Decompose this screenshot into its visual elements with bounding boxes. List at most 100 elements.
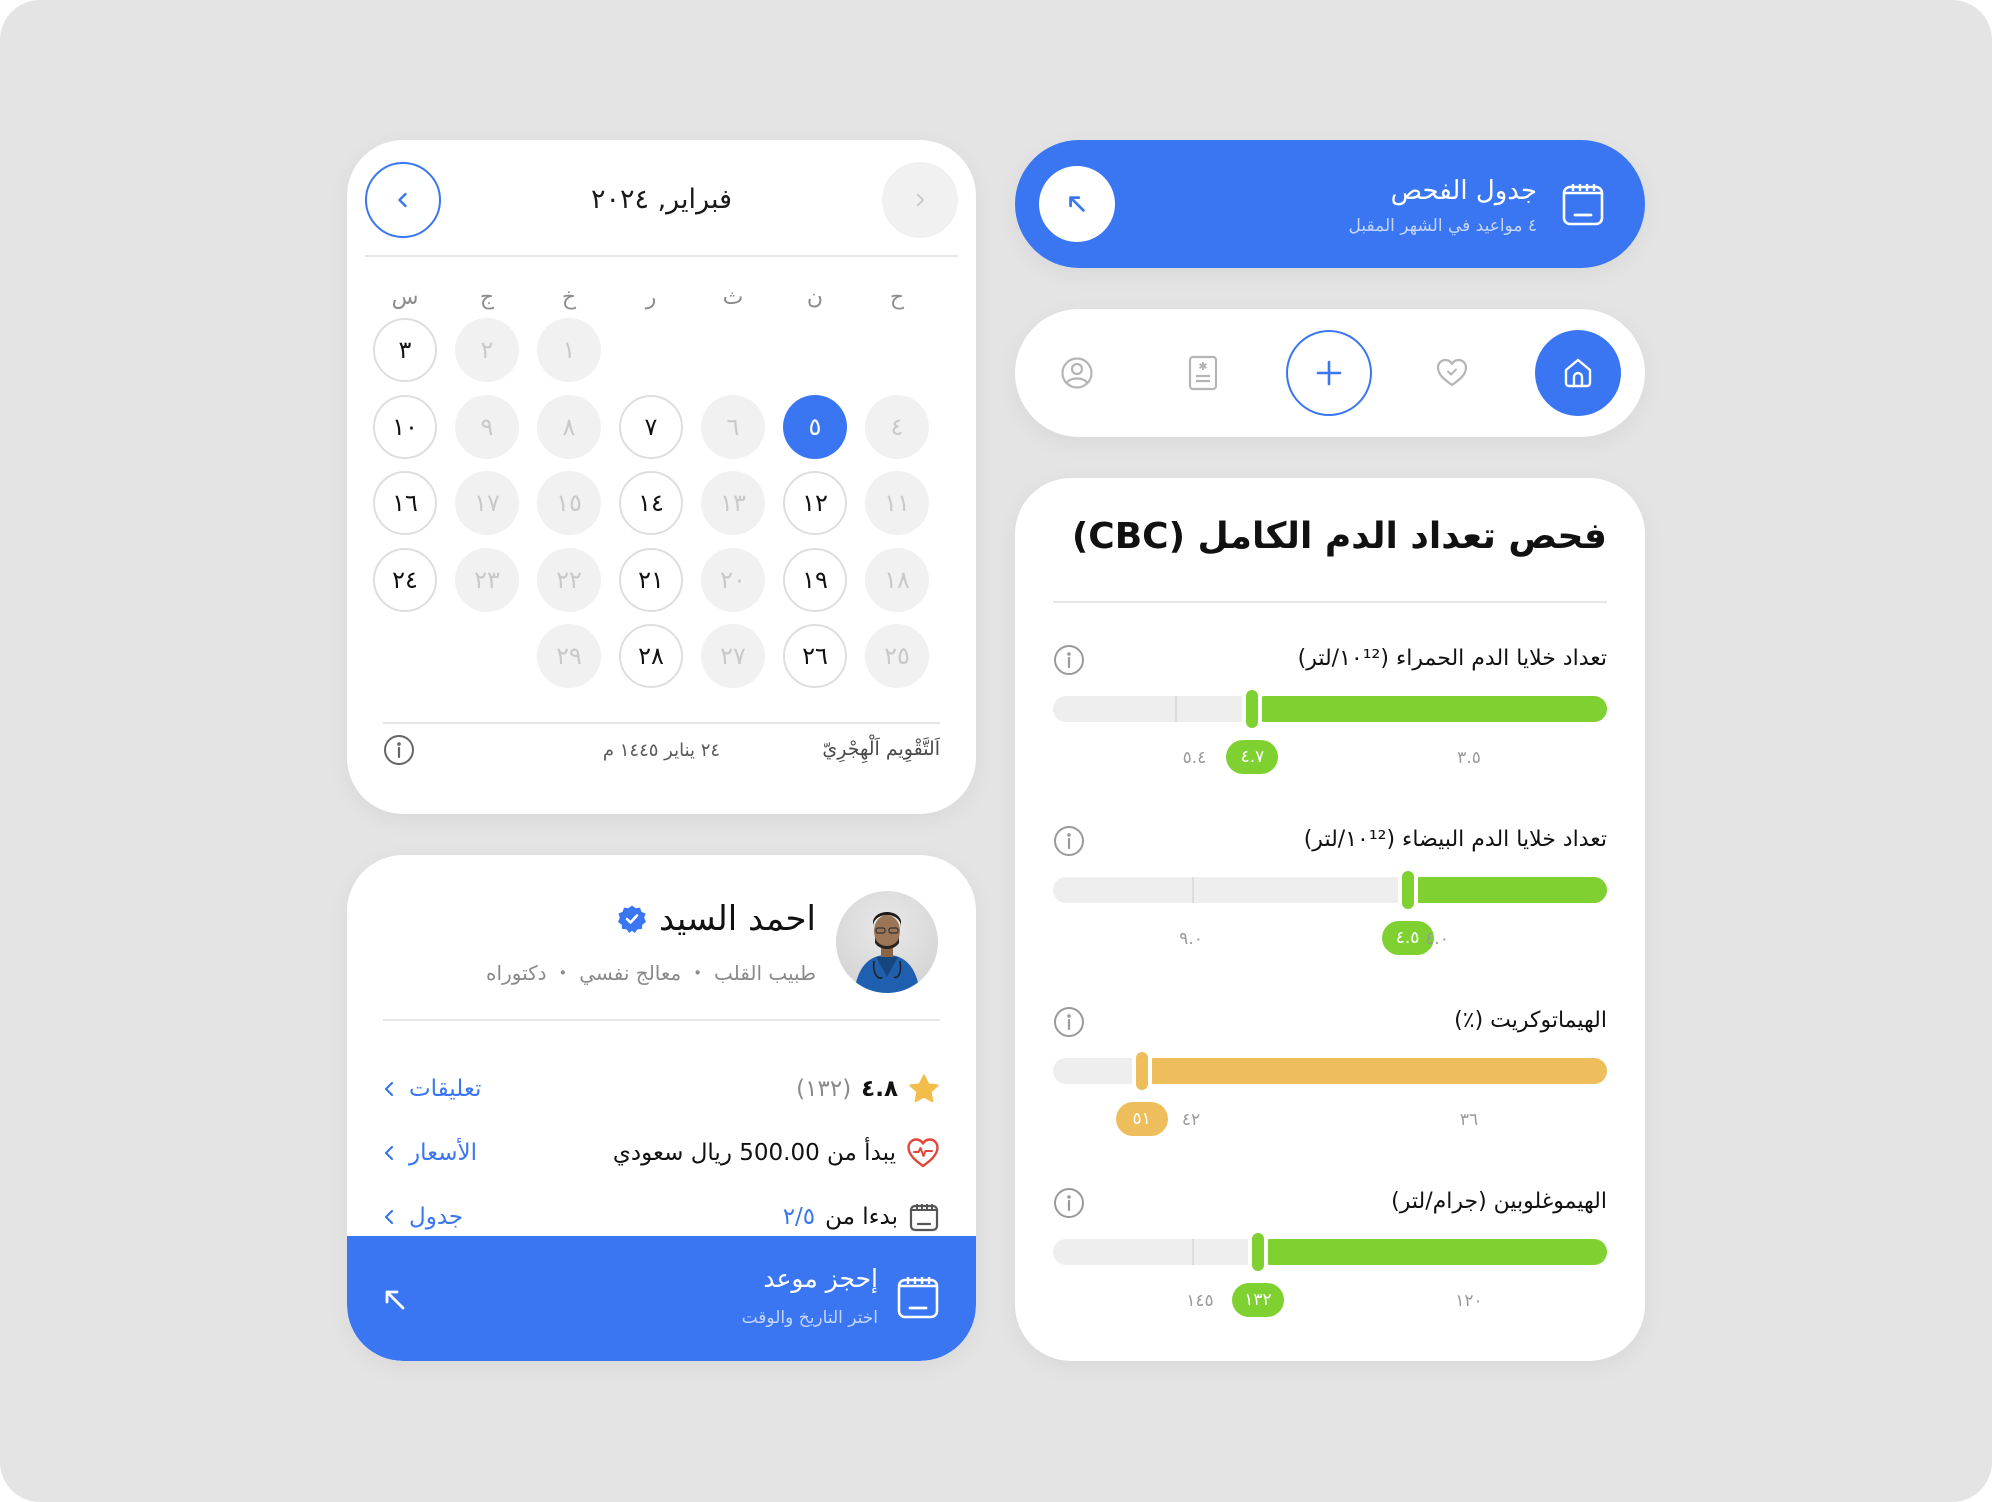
nav-health-button[interactable] (1409, 330, 1495, 416)
value-pill: ٤.٧ (1226, 740, 1279, 774)
calendar-icon (909, 1204, 939, 1232)
cbc-metric: الهيماتوكريت (٪) ٥١ ٣٦ ٤٢ (1053, 1006, 1607, 1178)
metric-label: تعداد خلايا الدم الحمراء (١٠¹²/لتر) (1297, 646, 1607, 671)
doctor-name-row: احمد السيد (617, 899, 816, 939)
open-exam-schedule-button[interactable] (1039, 166, 1115, 242)
calendar-day[interactable]: ١٦ (373, 471, 437, 535)
bottom-navigation (1015, 309, 1645, 437)
calendar-icon (1562, 184, 1604, 226)
weekday-label: خ (561, 285, 577, 310)
range-track (1053, 1048, 1607, 1094)
book-appointment-button[interactable]: إحجز موعد اختر التاريخ والوقت (347, 1236, 976, 1361)
calendar-day: ٢٢ (537, 547, 601, 612)
metric-label: تعداد خلايا الدم البيضاء (١٠¹²/لتر) (1303, 827, 1607, 852)
reviews-link[interactable]: تعليقات (383, 1076, 481, 1102)
calendar-day[interactable]: ٢٦ (783, 624, 847, 688)
user-circle-icon (1061, 357, 1093, 389)
previous-month-button[interactable] (365, 162, 441, 238)
medical-record-icon (1188, 355, 1218, 391)
chevron-right-icon (916, 193, 925, 207)
cbc-metric: الهيموغلوبين (جرام/لتر) ١٣٢ ١٢٠ ١٤٥ (1053, 1187, 1607, 1359)
range-fill (1141, 1058, 1607, 1084)
chevron-left-icon (384, 1209, 394, 1225)
metric-label: الهيماتوكريت (٪) (1454, 1008, 1607, 1033)
calendar-day: ١ (537, 318, 601, 382)
schedule-start-date: ٢/٥ (782, 1204, 816, 1230)
next-month-button[interactable] (882, 162, 958, 238)
range-low-label: ١٢٠ (1455, 1291, 1483, 1311)
nav-home-button[interactable] (1535, 330, 1621, 416)
range-high-label: ٩.٠ (1179, 929, 1203, 949)
value-marker (1131, 1048, 1152, 1094)
calendar-day[interactable]: ١٢ (783, 471, 847, 535)
doctor-profile-card: احمد السيد طبيب القلب ・ معالج نفسي ・ دكت… (347, 855, 976, 1361)
calendar-day[interactable]: ٢١ (619, 547, 683, 612)
calendar-day: ١١ (865, 471, 929, 535)
calendar-day: ٢٧ (701, 624, 765, 688)
calendar-day: ٢ (455, 318, 519, 382)
value-pill: ٥١ (1115, 1102, 1168, 1136)
value-marker (1247, 1229, 1268, 1275)
range-track (1053, 1229, 1607, 1275)
info-icon[interactable] (1053, 644, 1085, 676)
review-count: (١٣٢) (796, 1076, 852, 1102)
weekday-label: ر (645, 285, 657, 310)
calendar-day[interactable]: ٣ (373, 318, 437, 382)
price-row: يبدأ من 500.00 ريال سعودي الأسعار (383, 1128, 940, 1178)
nav-records-button[interactable] (1160, 330, 1246, 416)
range-tick (1174, 696, 1177, 722)
verified-badge-icon (617, 905, 646, 933)
rating-value: ٤.٨ (861, 1076, 898, 1102)
range-low-label: ٣٦ (1459, 1110, 1479, 1130)
schedule-link[interactable]: جدول (383, 1204, 463, 1230)
range-tick (1191, 1239, 1194, 1265)
calendar-day: ٢٠ (701, 547, 765, 612)
chevron-left-icon (384, 1081, 394, 1097)
doctor-specialties: طبيب القلب ・ معالج نفسي ・ دكتوراه (486, 961, 816, 985)
schedule-link-label: جدول (409, 1204, 464, 1230)
calendar-day: ١٣ (701, 471, 765, 535)
plus-icon (1316, 360, 1342, 386)
info-icon[interactable] (1053, 1006, 1085, 1038)
info-icon[interactable] (383, 734, 415, 766)
cbc-title: فحص تعداد الدم الكامل (CBC) (1071, 516, 1607, 557)
doctor-photo (854, 912, 920, 993)
calendar-header: فبراير, ٢٠٢٤ (365, 162, 958, 238)
info-icon[interactable] (1053, 1187, 1085, 1219)
converted-date: ٢٤ يناير ١٤٤٥ م (602, 740, 721, 761)
calendar-day[interactable]: ٧ (619, 394, 683, 459)
exam-schedule-title: جدول الفحص (1390, 176, 1537, 206)
reviews-link-label: تعليقات (409, 1076, 482, 1102)
nav-add-button[interactable] (1286, 330, 1372, 416)
schedule-row: بدءا من ٢/٥ جدول (383, 1192, 940, 1242)
avatar[interactable] (836, 891, 938, 993)
calendar-day: ٢٣ (455, 547, 519, 612)
range-track (1053, 867, 1607, 913)
arrow-up-left-icon (385, 1290, 405, 1310)
calendar-day[interactable]: ١٠ (373, 394, 437, 459)
info-icon[interactable] (1053, 825, 1085, 857)
range-fill (1257, 1239, 1607, 1265)
prices-link-label: الأسعار (409, 1140, 477, 1166)
calendar-day[interactable]: ٢٤ (373, 547, 437, 612)
calendar-day[interactable]: ٢٨ (619, 624, 683, 688)
calendar-day-selected[interactable]: ٥ (783, 394, 847, 459)
calendar-day[interactable]: ١٩ (783, 547, 847, 612)
range-tick (1191, 877, 1194, 903)
calendar-day[interactable]: ١٤ (619, 471, 683, 535)
weekday-label: ن (806, 285, 824, 310)
weekday-label: ح (889, 285, 905, 310)
prices-link[interactable]: الأسعار (383, 1140, 477, 1166)
weekday-label: س (391, 285, 419, 310)
range-low-label: ٣.٥ (1457, 748, 1481, 768)
range-high-label: ١٤٥ (1186, 1291, 1214, 1311)
calendar-day: ١٨ (865, 547, 929, 612)
price-text: يبدأ من 500.00 ريال سعودي (612, 1140, 896, 1166)
range-low-label: ٤.٠ (1425, 929, 1449, 949)
calendar-footer: اَلتَّقْوِيم اَلْهِجْرِيّ ٢٤ يناير ١٤٤٥ … (383, 732, 940, 776)
value-pill: ١٣٢ (1231, 1283, 1284, 1317)
exam-schedule-banner[interactable]: جدول الفحص ٤ مواعيد في الشهر المقبل (1015, 140, 1645, 268)
cbc-results-card: فحص تعداد الدم الكامل (CBC) تعداد خلايا … (1015, 478, 1645, 1361)
nav-profile-button[interactable] (1034, 330, 1120, 416)
calendar-day: ٩ (455, 394, 519, 459)
